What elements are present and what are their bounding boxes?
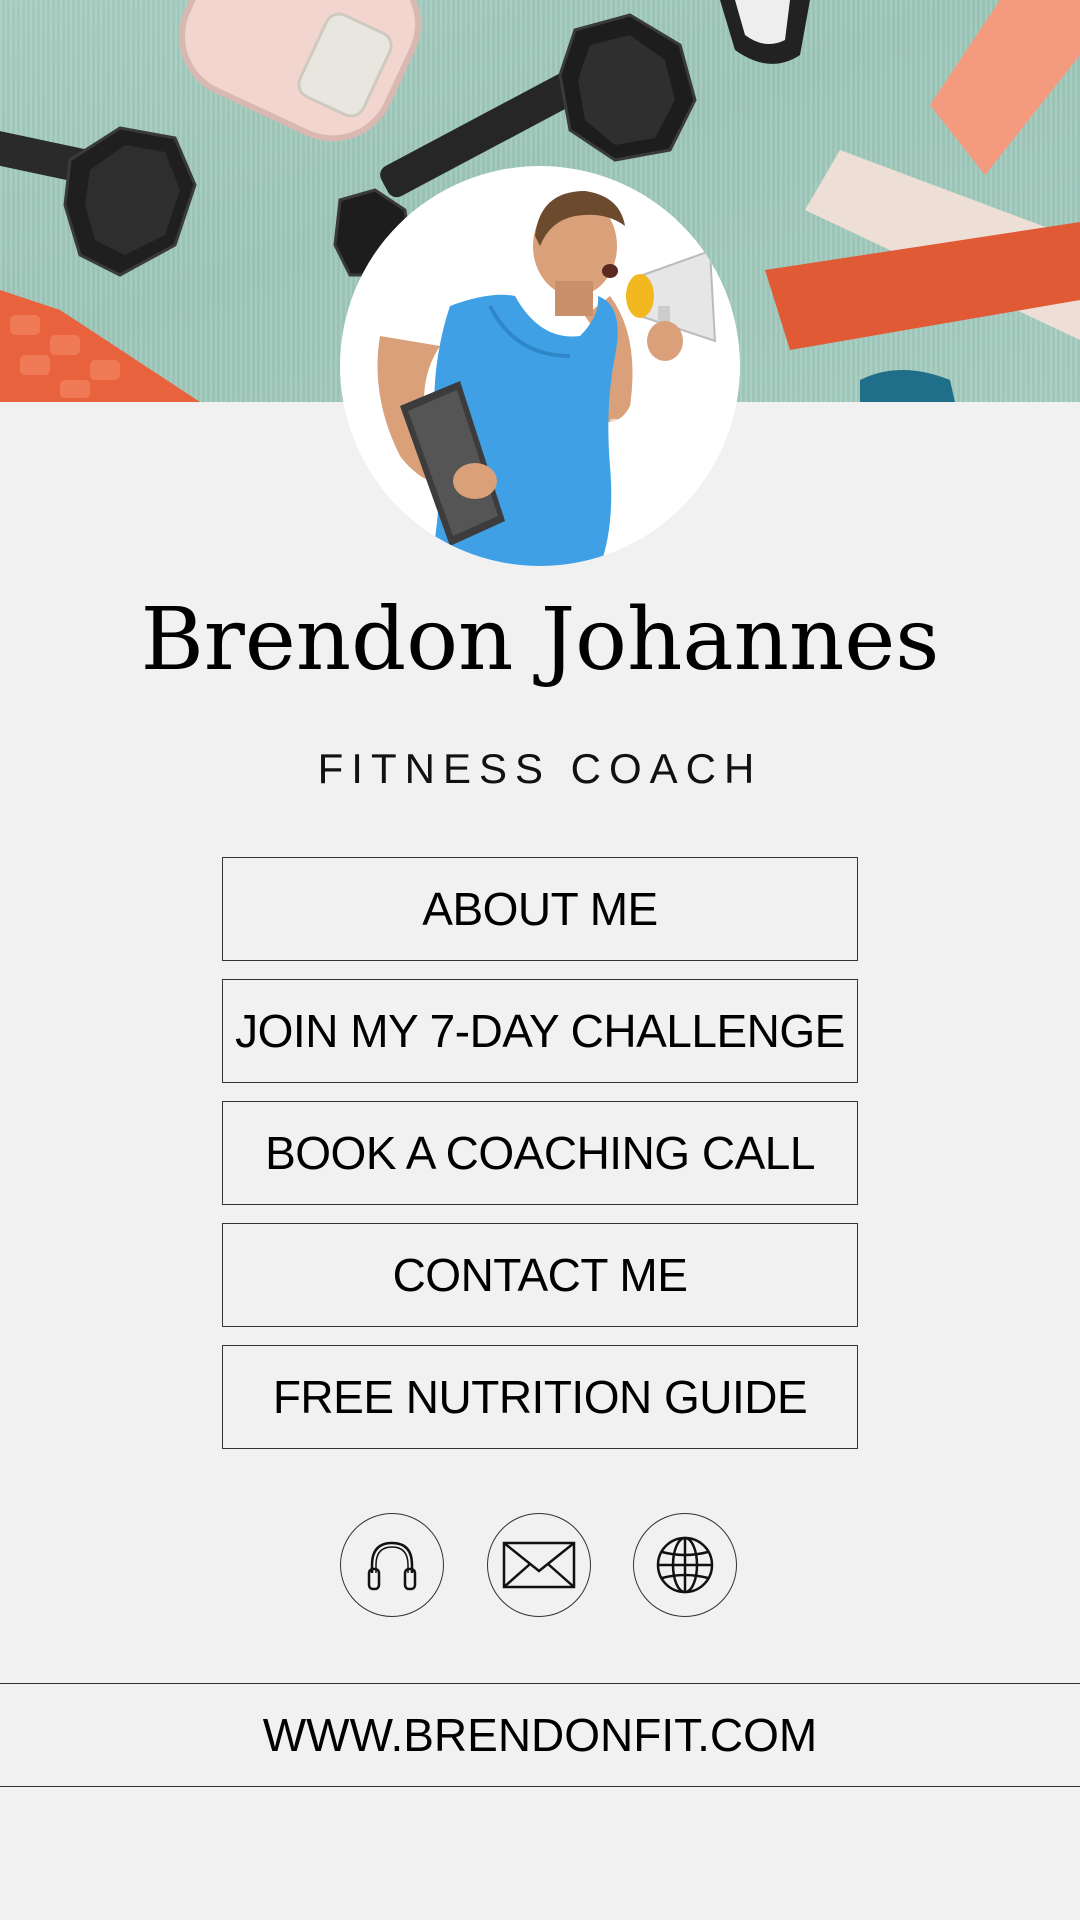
foam-roller-shape: [0, 290, 200, 402]
link-list: ABOUT ME JOIN MY 7-DAY CHALLENGE BOOK A …: [222, 857, 858, 1467]
ankle-weight-shape: [179, 0, 421, 142]
book-call-label: BOOK A COACHING CALL: [265, 1127, 815, 1179]
contact-me-button[interactable]: CONTACT ME: [222, 1223, 858, 1327]
coach-with-megaphone-illustration: alamy: [377, 191, 717, 566]
link-in-bio-page: alamy Brendon Johannes FITNESS COACH ABO…: [0, 0, 1080, 1920]
watermark-text: alamy: [608, 412, 683, 437]
podcast-link[interactable]: [340, 1513, 444, 1617]
about-me-button[interactable]: ABOUT ME: [222, 857, 858, 961]
contact-me-label: CONTACT ME: [392, 1249, 688, 1301]
globe-icon: [656, 1536, 714, 1594]
profile-name: Brendon Johannes: [140, 590, 940, 690]
dumbbell-left-shape: [0, 126, 197, 277]
mail-icon: [502, 1541, 576, 1589]
social-icons: [340, 1513, 740, 1619]
nutrition-guide-button[interactable]: FREE NUTRITION GUIDE: [222, 1345, 858, 1449]
about-me-label: ABOUT ME: [422, 883, 658, 935]
headphones-icon: [367, 1541, 417, 1591]
website-link[interactable]: [633, 1513, 737, 1617]
sneaker-shape: [720, 0, 810, 64]
join-challenge-label: JOIN MY 7-DAY CHALLENGE: [235, 1005, 845, 1057]
profile-avatar: alamy: [340, 166, 740, 566]
nutrition-guide-label: FREE NUTRITION GUIDE: [272, 1371, 808, 1423]
book-call-button[interactable]: BOOK A COACHING CALL: [222, 1101, 858, 1205]
footer-bar: WWW.BRENDONFIT.COM: [0, 1683, 1080, 1787]
profile-title: FITNESS COACH: [317, 745, 763, 792]
website-url-link[interactable]: WWW.BRENDONFIT.COM: [263, 1708, 818, 1762]
join-challenge-button[interactable]: JOIN MY 7-DAY CHALLENGE: [222, 979, 858, 1083]
resistance-bands-shape: [765, 0, 1080, 402]
email-link[interactable]: [487, 1513, 591, 1617]
